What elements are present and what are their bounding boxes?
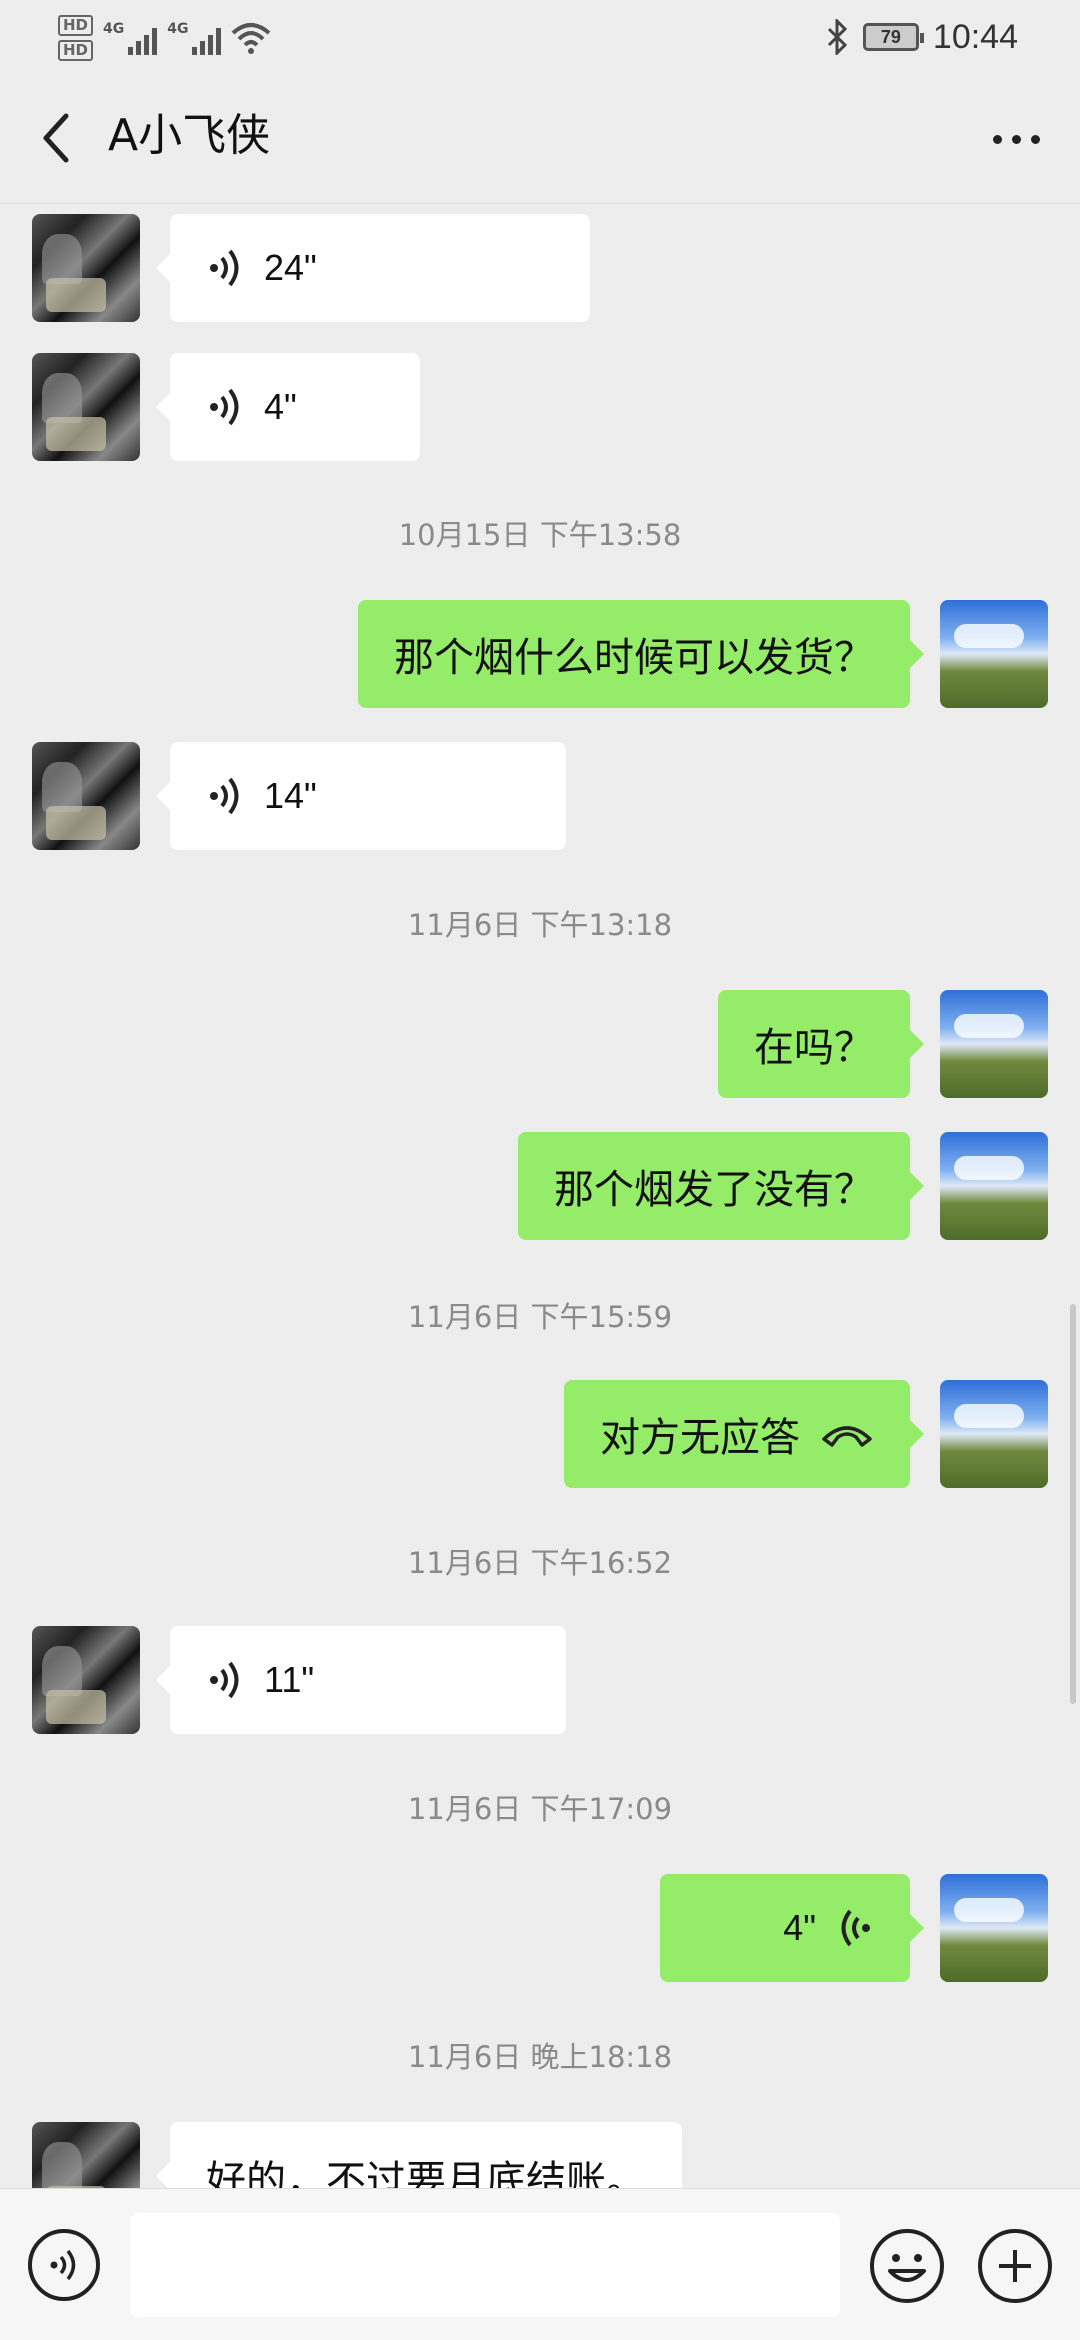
sim-indicators: HD HD [58,15,94,61]
more-dots-icon[interactable] [986,124,1046,154]
my-avatar[interactable] [940,1132,1048,1240]
timestamp: 11月6日 下午16:52 [407,1546,673,1580]
text-message-bubble[interactable]: 好的，不过要月底结账。 [156,2122,682,2188]
emoji-icon[interactable] [870,2229,944,2303]
text-message-bubble[interactable]: 那个烟什么时候可以发货？ [358,600,924,708]
timestamp: 11月6日 下午15:59 [407,1300,673,1334]
voice-input-icon[interactable] [28,2229,100,2301]
chat-header: A小飞侠 [0,72,1080,204]
status-bar: HD HD 4G 4G 79 10:44 [0,0,1080,72]
signal-bars-icon [128,25,158,55]
my-avatar[interactable] [940,600,1048,708]
voice-wave-icon [210,249,239,287]
sim2-hd-badge: HD [58,40,94,61]
signal-1: 4G [103,21,158,55]
contact-avatar[interactable] [32,214,140,322]
plus-icon[interactable] [978,2229,1052,2303]
wifi-icon [232,23,271,54]
my-avatar[interactable] [940,1380,1048,1488]
battery-indicator: 79 [862,23,924,51]
text-message-bubble[interactable]: 那个烟发了没有？ [518,1132,924,1240]
voice-duration: 11" [264,1659,315,1700]
voice-message-bubble[interactable]: 4" [660,1874,924,1982]
text-message-bubble[interactable]: 在吗？ [718,990,924,1098]
message-text: 好的，不过要月底结账。 [206,2158,646,2188]
timestamp: 11月6日 晚上18:18 [407,2040,673,2074]
input-bar [0,2188,1080,2340]
sim1-hd-badge: HD [58,15,94,36]
contact-avatar[interactable] [32,353,140,461]
status-left: HD HD 4G 4G [58,8,271,68]
voice-wave-icon [210,777,239,815]
message-list[interactable]: 24" 4" 10月15日 下午13:58 那个烟什么时候可以发货？ 14" 1… [0,204,1080,2188]
contact-avatar[interactable] [32,2122,140,2188]
voice-message-bubble[interactable]: 4" [156,353,420,461]
scrollbar[interactable] [1070,1304,1076,1704]
network2-label: 4G [167,21,189,37]
signal-2: 4G [167,21,222,55]
voice-wave-icon [50,2249,76,2281]
voice-duration: 14" [264,775,317,816]
timestamp: 11月6日 下午13:18 [407,908,673,942]
network1-label: 4G [103,21,125,37]
my-avatar[interactable] [940,1874,1048,1982]
signal-bars-icon [192,25,222,55]
voice-wave-icon [210,388,239,426]
chat-title: A小飞侠 [108,110,271,161]
contact-avatar[interactable] [32,742,140,850]
voice-message-bubble[interactable]: 24" [156,214,590,322]
message-text: 那个烟发了没有？ [554,1167,874,1213]
message-text: 在吗？ [754,1025,874,1071]
voice-duration: 4" [264,386,297,427]
voice-message-bubble[interactable]: 11" [156,1626,566,1734]
status-right: 79 10:44 [825,12,1018,62]
call-record-bubble[interactable]: 对方无应答 [564,1380,924,1488]
voice-wave-icon [841,1909,870,1947]
voice-message-bubble[interactable]: 14" [156,742,566,850]
clock: 10:44 [932,17,1018,56]
contact-avatar[interactable] [32,1626,140,1734]
chevron-left-icon[interactable] [34,110,84,166]
timestamp: 11月6日 下午17:09 [407,1792,673,1826]
voice-duration: 24" [264,247,317,288]
voice-duration: 4" [783,1907,816,1948]
bluetooth-icon [827,19,848,55]
my-avatar[interactable] [940,990,1048,1098]
message-text: 那个烟什么时候可以发货？ [394,635,874,681]
timestamp: 10月15日 下午13:58 [398,518,682,552]
message-input[interactable] [130,2213,840,2317]
call-status-text: 对方无应答 [600,1415,800,1461]
phone-hangup-icon [822,1426,872,1447]
voice-wave-icon [210,1661,239,1699]
